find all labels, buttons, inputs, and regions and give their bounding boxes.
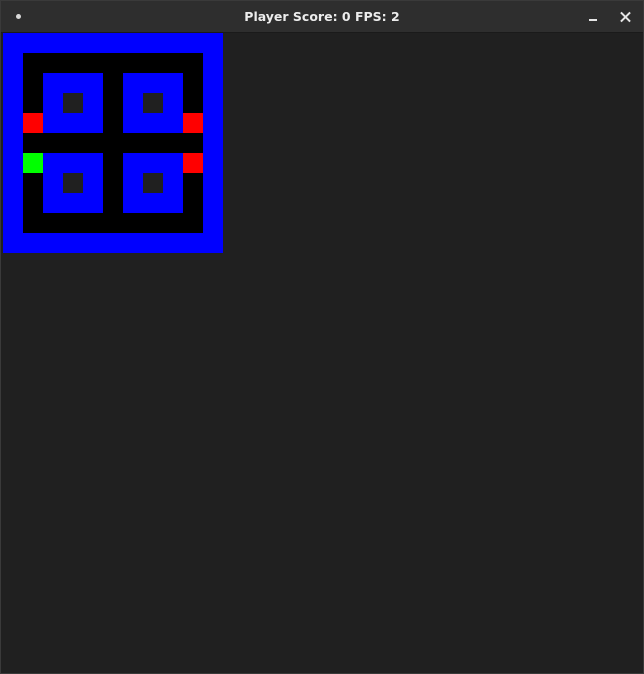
maze-board xyxy=(3,33,223,253)
floor-tile xyxy=(63,53,83,73)
empty-tile xyxy=(63,93,83,113)
floor-tile xyxy=(23,93,43,113)
floor-tile xyxy=(83,53,103,73)
empty-tile xyxy=(143,173,163,193)
empty-tile xyxy=(143,93,163,113)
enemy-tile xyxy=(183,113,203,133)
game-window: Player Score: 0 FPS: 2 xyxy=(0,0,644,674)
floor-tile xyxy=(103,133,123,153)
player-tile xyxy=(23,153,43,173)
floor-tile xyxy=(183,173,203,193)
floor-tile xyxy=(183,53,203,73)
floor-tile xyxy=(183,93,203,113)
floor-tile xyxy=(123,213,143,233)
floor-tile xyxy=(143,133,163,153)
floor-tile xyxy=(63,133,83,153)
floor-tile xyxy=(23,193,43,213)
floor-tile xyxy=(103,213,123,233)
floor-tile xyxy=(63,213,83,233)
title-bar[interactable]: Player Score: 0 FPS: 2 xyxy=(1,1,643,33)
close-button[interactable] xyxy=(616,7,636,27)
floor-tile xyxy=(23,53,43,73)
floor-tile xyxy=(123,53,143,73)
floor-tile xyxy=(43,213,63,233)
empty-tile xyxy=(63,173,83,193)
floor-tile xyxy=(183,213,203,233)
floor-tile xyxy=(23,133,43,153)
floor-tile xyxy=(123,133,143,153)
floor-tile xyxy=(103,73,123,93)
floor-tile xyxy=(103,173,123,193)
floor-tile xyxy=(43,53,63,73)
floor-tile xyxy=(143,213,163,233)
minimize-button[interactable] xyxy=(583,7,603,27)
floor-tile xyxy=(103,93,123,113)
floor-tile xyxy=(163,53,183,73)
floor-tile xyxy=(163,213,183,233)
window-title: Player Score: 0 FPS: 2 xyxy=(244,9,400,24)
floor-tile xyxy=(23,213,43,233)
floor-tile xyxy=(103,153,123,173)
enemy-tile xyxy=(183,153,203,173)
floor-tile xyxy=(143,53,163,73)
floor-tile xyxy=(183,193,203,213)
floor-tile xyxy=(183,133,203,153)
floor-tile xyxy=(83,213,103,233)
floor-tile xyxy=(163,133,183,153)
floor-tile xyxy=(83,133,103,153)
floor-tile xyxy=(183,73,203,93)
floor-tile xyxy=(23,73,43,93)
enemy-tile xyxy=(23,113,43,133)
game-canvas[interactable] xyxy=(2,33,643,673)
floor-tile xyxy=(23,173,43,193)
floor-tile xyxy=(103,53,123,73)
floor-tile xyxy=(103,113,123,133)
window-menu-icon[interactable] xyxy=(16,14,21,19)
floor-tile xyxy=(103,193,123,213)
floor-tile xyxy=(43,133,63,153)
